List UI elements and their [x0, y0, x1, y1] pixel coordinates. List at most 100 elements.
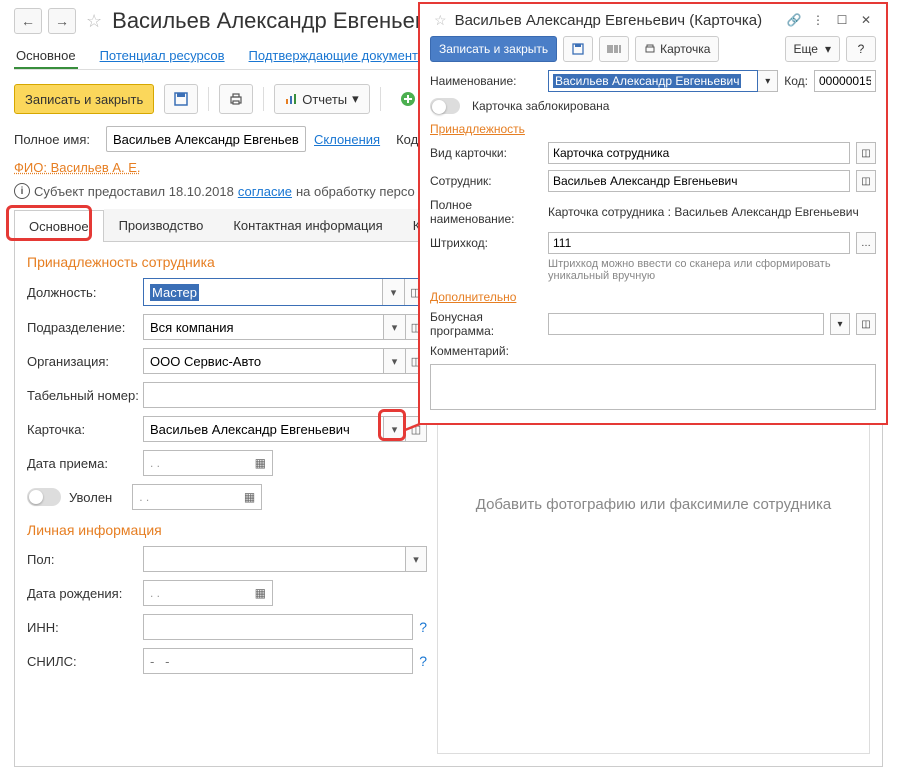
hiredate-label: Дата приема:	[27, 456, 143, 471]
popup-barcode-hint: Штрихкод можно ввести со сканера или сфо…	[430, 258, 876, 282]
print-button[interactable]	[219, 84, 253, 114]
popup-bonus-input[interactable]	[548, 313, 824, 335]
gender-dropdown[interactable]: ▾	[405, 546, 427, 572]
org-input[interactable]	[143, 348, 383, 374]
popup-locked-toggle[interactable]	[430, 98, 460, 114]
section-personal: Личная информация	[27, 522, 427, 538]
print-icon	[644, 43, 656, 55]
popup-barcode-input[interactable]	[548, 232, 850, 254]
department-input[interactable]	[143, 314, 383, 340]
star-icon[interactable]: ☆	[86, 11, 102, 32]
popup-comment-input[interactable]	[430, 364, 876, 410]
reports-icon	[285, 93, 297, 105]
popup-code-label: Код:	[784, 74, 808, 88]
popup-comment-label: Комментарий:	[430, 344, 542, 358]
info-icon: i	[14, 183, 30, 199]
snils-help[interactable]: ?	[419, 653, 427, 669]
menu-icon[interactable]: ⋮	[808, 10, 828, 30]
tab-main[interactable]: Основное	[14, 210, 104, 242]
tab-contact[interactable]: Контактная информация	[218, 209, 397, 241]
popup-star-icon[interactable]: ☆	[434, 12, 447, 29]
consent-suffix: на обработку персо	[296, 184, 415, 199]
page-title: Васильев Александр Евгеньевич	[112, 8, 450, 34]
position-label: Должность:	[27, 285, 143, 300]
chevron-down-icon: ▾	[352, 91, 359, 107]
calendar-icon[interactable]: ▦	[255, 456, 266, 470]
popup-card-button[interactable]: Карточка	[635, 36, 719, 62]
nav-potential[interactable]: Потенциал ресурсов	[98, 44, 227, 69]
card-input[interactable]	[143, 416, 383, 442]
popup-code-input[interactable]	[814, 70, 876, 92]
birthdate-input[interactable]: . . ▦	[143, 580, 273, 606]
print-icon	[229, 92, 243, 106]
popup-cardtype-input[interactable]	[548, 142, 850, 164]
popup-bonus-label: Бонусная программа:	[430, 310, 542, 338]
save-close-button[interactable]: Записать и закрыть	[14, 84, 154, 114]
popup-fullname-label: Полное наименование:	[430, 198, 542, 226]
calendar-icon[interactable]: ▦	[244, 490, 255, 504]
calendar-icon[interactable]: ▦	[255, 586, 266, 600]
separator	[208, 87, 209, 111]
fired-label: Уволен	[69, 490, 112, 505]
popup-cardtype-open[interactable]: ◫	[856, 142, 876, 164]
gender-input[interactable]	[143, 546, 405, 572]
reports-label: Отчеты	[302, 92, 347, 107]
popup-name-dropdown[interactable]: ▾	[758, 70, 778, 92]
nav-main[interactable]: Основное	[14, 44, 78, 69]
popup-bonus-dropdown[interactable]: ▾	[830, 313, 850, 335]
popup-barcode-label: Штрихкод:	[430, 236, 542, 250]
nav-docs[interactable]: Подтверждающие документы	[247, 44, 430, 69]
fullname-input[interactable]	[106, 126, 306, 152]
fired-date-input[interactable]: . . ▦	[132, 484, 262, 510]
inn-help[interactable]: ?	[419, 619, 427, 635]
popup-save-button[interactable]	[563, 36, 593, 62]
tab-production[interactable]: Производство	[104, 209, 219, 241]
popup-bonus-open[interactable]: ◫	[856, 313, 876, 335]
barcode-icon	[607, 44, 621, 54]
popup-name-input[interactable]: Васильев Александр Евгеньевич	[548, 70, 758, 92]
popup-title: Васильев Александр Евгеньевич (Карточка)	[455, 12, 780, 29]
back-button[interactable]: ←	[14, 8, 42, 34]
snils-input[interactable]	[143, 648, 413, 674]
popup-fullname-value: Карточка сотрудника : Васильев Александр…	[548, 205, 876, 219]
popup-card: ☆ Васильев Александр Евгеньевич (Карточк…	[418, 2, 888, 425]
forward-button[interactable]: →	[48, 8, 76, 34]
fullname-label: Полное имя:	[14, 132, 98, 147]
save-icon	[174, 92, 188, 106]
birthdate-label: Дата рождения:	[27, 586, 143, 601]
plus-icon	[400, 91, 416, 107]
org-dropdown[interactable]: ▾	[383, 348, 405, 374]
hiredate-input[interactable]: . . ▦	[143, 450, 273, 476]
fio-link[interactable]: ФИО: Васильев А. Е.	[14, 160, 141, 175]
tabnum-input[interactable]	[143, 382, 427, 408]
inn-input[interactable]	[143, 614, 413, 640]
save-icon	[572, 43, 584, 55]
reports-button[interactable]: Отчеты ▾	[274, 84, 369, 114]
popup-name-label: Наименование:	[430, 74, 542, 88]
popup-barcode-button[interactable]	[599, 36, 629, 62]
popup-barcode-more[interactable]: …	[856, 232, 876, 254]
popup-employee-input[interactable]	[548, 170, 850, 192]
tabnum-label: Табельный номер:	[27, 388, 143, 403]
consent-link[interactable]: согласие	[238, 184, 292, 199]
card-dropdown[interactable]: ▾	[383, 416, 405, 442]
close-icon[interactable]: ✕	[856, 10, 876, 30]
popup-cardtype-label: Вид карточки:	[430, 146, 542, 160]
popup-more-button[interactable]: Еще▾	[785, 36, 840, 62]
popup-save-close[interactable]: Записать и закрыть	[430, 36, 557, 62]
separator	[380, 87, 381, 111]
save-button[interactable]	[164, 84, 198, 114]
popup-locked-label: Карточка заблокирована	[472, 99, 609, 113]
maximize-icon[interactable]: ☐	[832, 10, 852, 30]
department-label: Подразделение:	[27, 320, 143, 335]
department-dropdown[interactable]: ▾	[383, 314, 405, 340]
popup-employee-open[interactable]: ◫	[856, 170, 876, 192]
card-label: Карточка:	[27, 422, 143, 437]
popup-help-button[interactable]: ?	[846, 36, 876, 62]
declension-link[interactable]: Склонения	[314, 132, 380, 147]
position-input[interactable]: Мастер	[144, 279, 382, 305]
link-icon[interactable]: 🔗	[784, 10, 804, 30]
chevron-down-icon: ▾	[825, 42, 831, 56]
position-dropdown[interactable]: ▾	[382, 279, 404, 305]
fired-toggle[interactable]	[27, 488, 61, 506]
